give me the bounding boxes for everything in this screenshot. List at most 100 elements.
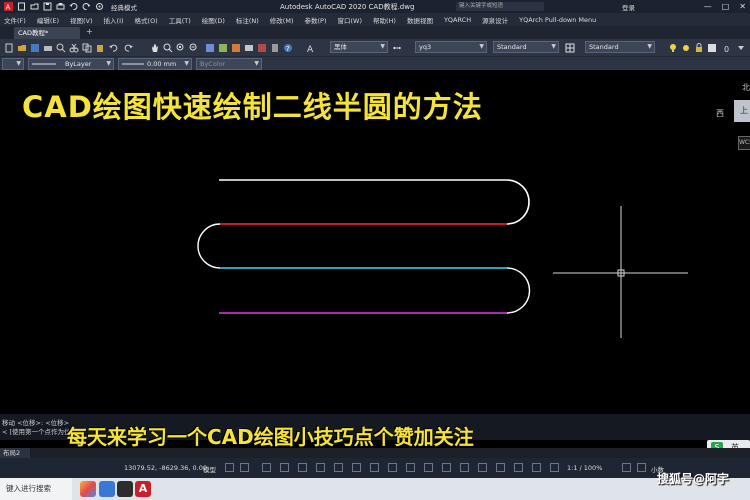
undo-icon[interactable]	[69, 2, 78, 11]
table-style-icon[interactable]	[565, 43, 575, 53]
menu-yqarch-pulldown[interactable]: YQArch Pull-down Menu	[519, 16, 596, 24]
new-tab-button[interactable]: +	[86, 27, 93, 36]
calculator-icon[interactable]	[270, 43, 280, 53]
font-dropdown[interactable]: 黑体 ▼	[330, 41, 388, 53]
coordinate-readout[interactable]: 13079.52, -8629.36, 0.00	[124, 464, 207, 472]
sun-icon[interactable]	[681, 43, 691, 53]
file-tab-cad-tutorial[interactable]: CAD教程*	[14, 27, 80, 39]
design-center-icon[interactable]	[218, 43, 228, 53]
undo-toolbar-icon[interactable]	[108, 43, 118, 53]
polar-icon[interactable]	[280, 463, 289, 472]
lineweight-toggle-icon[interactable]	[334, 463, 343, 472]
transparency-icon[interactable]	[352, 463, 361, 472]
zoom-realtime-icon[interactable]	[163, 43, 173, 53]
plot-icon[interactable]	[43, 43, 53, 53]
otrack-icon[interactable]	[316, 463, 325, 472]
model-space-button[interactable]: 模型	[203, 464, 216, 474]
zoom-window-icon[interactable]	[176, 43, 186, 53]
dynamic-ucs-icon[interactable]	[406, 463, 415, 472]
open-file-icon[interactable]	[30, 2, 39, 11]
save-toolbar-icon[interactable]	[30, 43, 40, 53]
redo-icon[interactable]	[82, 2, 91, 11]
menu-yuanquan-design[interactable]: 源泉设计	[482, 15, 508, 25]
wcs-menu[interactable]: WCS	[738, 136, 750, 150]
app-menu-icon[interactable]: A	[4, 2, 13, 12]
save-icon[interactable]	[43, 2, 52, 11]
paint-app-icon[interactable]	[80, 481, 96, 497]
annotation-visibility-icon[interactable]	[460, 463, 469, 472]
menu-dimension[interactable]: 标注(N)	[236, 15, 259, 25]
pan-hand-icon[interactable]	[150, 43, 160, 53]
preview-icon[interactable]	[56, 43, 66, 53]
annotation-scale-readout[interactable]: 1:1 / 100%	[567, 464, 602, 472]
tool-palettes-icon[interactable]	[231, 43, 241, 53]
lock-icon[interactable]	[694, 43, 704, 53]
autocad-app-icon[interactable]: A	[135, 481, 151, 497]
menu-tools[interactable]: 工具(T)	[169, 15, 191, 25]
annotation-monitor-icon[interactable]	[532, 463, 541, 472]
print-icon[interactable]	[56, 2, 65, 11]
layer-zero-icon[interactable]: 0	[722, 43, 732, 54]
help-search-input[interactable]: 键入关键字或短语	[456, 2, 544, 11]
settings-gear-icon[interactable]	[622, 463, 631, 472]
paste-icon[interactable]	[95, 43, 105, 53]
selection-filter-icon[interactable]	[424, 463, 433, 472]
menu-yqarch[interactable]: YQARCH	[444, 16, 471, 24]
close-button[interactable]: ✕	[739, 2, 746, 11]
zoom-previous-icon[interactable]	[189, 43, 199, 53]
left-arc[interactable]	[197, 223, 221, 269]
menu-parametric[interactable]: 参数(P)	[304, 15, 326, 25]
app-icon-blue[interactable]	[99, 481, 115, 497]
workspace-selector[interactable]: 经典模式	[111, 2, 137, 12]
help-icon[interactable]: ?	[283, 43, 293, 53]
viewcube[interactable]: 北 西 上 WCS	[712, 78, 750, 158]
cut-icon[interactable]	[69, 43, 79, 53]
taskbar-search-input[interactable]: 键入进行搜索	[0, 478, 72, 500]
grid-icon[interactable]	[225, 463, 234, 472]
gizmo-icon[interactable]	[442, 463, 451, 472]
properties-icon[interactable]	[205, 43, 215, 53]
menu-view[interactable]: 视图(V)	[70, 15, 93, 25]
color-control[interactable]: ▼	[2, 58, 24, 70]
dim-style-dropdown[interactable]: Standard ▼	[585, 41, 655, 53]
workspace-gear-icon[interactable]	[95, 2, 104, 11]
selection-cycling-icon[interactable]	[370, 463, 379, 472]
workspace-switch-icon[interactable]	[514, 463, 523, 472]
ortho-icon[interactable]	[262, 463, 271, 472]
drawing-svg[interactable]	[0, 70, 750, 458]
viewcube-north[interactable]: 北	[742, 82, 750, 93]
app-icon-dark[interactable]	[117, 481, 133, 497]
viewcube-west[interactable]: 西	[716, 108, 724, 119]
white-line-with-arc[interactable]	[219, 179, 530, 225]
auto-scale-icon[interactable]	[478, 463, 487, 472]
dim-style-icon[interactable]	[392, 43, 402, 53]
sheet-set-icon[interactable]	[244, 43, 254, 53]
copy-icon[interactable]	[82, 43, 92, 53]
menu-insert[interactable]: 插入(I)	[104, 15, 124, 25]
right-lower-arc[interactable]	[506, 267, 531, 314]
menu-help[interactable]: 帮助(H)	[373, 15, 396, 25]
markup-icon[interactable]	[257, 43, 267, 53]
menu-draw[interactable]: 绘图(D)	[202, 15, 225, 25]
units-icon[interactable]	[550, 463, 559, 472]
new-icon[interactable]	[4, 43, 14, 53]
login-button[interactable]: 登录	[622, 2, 635, 12]
viewcube-top-face[interactable]: 上	[734, 100, 750, 122]
3d-osnap-icon[interactable]	[388, 463, 397, 472]
drawing-canvas[interactable]	[0, 70, 750, 458]
menu-modify[interactable]: 修改(M)	[270, 15, 294, 25]
color-swatch-icon[interactable]	[707, 43, 717, 53]
menu-file[interactable]: 文件(F)	[4, 15, 26, 25]
menu-data-view[interactable]: 数据视图	[407, 15, 433, 25]
lightbulb-icon[interactable]	[668, 43, 678, 53]
menu-window[interactable]: 窗口(W)	[337, 15, 362, 25]
dim-layer-dropdown[interactable]: yq3 ▼	[415, 41, 487, 53]
annotation-scale-icon[interactable]	[496, 463, 505, 472]
plot-style-dropdown[interactable]: ByColor ▼	[196, 58, 262, 70]
menu-format[interactable]: 格式(O)	[135, 15, 158, 25]
linetype-dropdown[interactable]: ByLayer ▼	[28, 58, 114, 70]
plus-icon[interactable]	[637, 463, 646, 472]
osnap-icon[interactable]	[298, 463, 307, 472]
layout-tab-2[interactable]: 布局2	[0, 448, 30, 458]
lineweight-dropdown[interactable]: 0.00 mm ▼	[118, 58, 192, 70]
